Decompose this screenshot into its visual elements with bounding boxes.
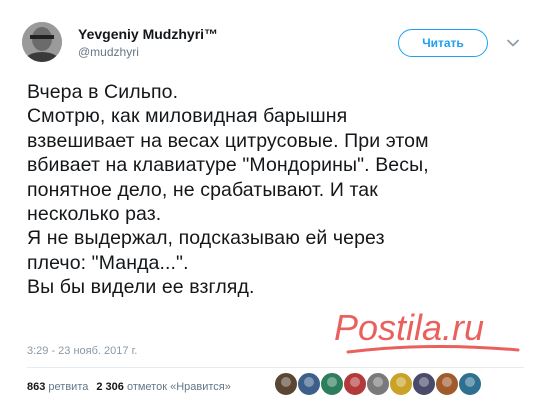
likes-label: отметок «Нравится» bbox=[126, 381, 231, 393]
liker-avatar[interactable] bbox=[458, 372, 482, 396]
tweet-line: Вы бы видели ее взгляд. bbox=[27, 276, 255, 299]
user-photo-icon bbox=[22, 22, 62, 62]
avatar[interactable] bbox=[22, 22, 62, 62]
liker-avatar[interactable] bbox=[412, 372, 436, 396]
tweet-line: Я не выдержал, подсказываю ей через bbox=[27, 227, 385, 250]
likes-stat[interactable]: 2 306 отметок «Нравится» bbox=[96, 381, 231, 393]
liker-avatar[interactable] bbox=[343, 372, 367, 396]
retweets-label: ретвита bbox=[48, 381, 89, 393]
retweets-stat[interactable]: 863 ретвита bbox=[27, 381, 88, 393]
follow-button[interactable]: Читать bbox=[398, 29, 488, 57]
liker-avatar[interactable] bbox=[274, 372, 298, 396]
tweet-line: взвешивает на весах цитрусовые. При этом bbox=[27, 129, 429, 152]
liker-avatar[interactable] bbox=[297, 372, 321, 396]
likes-count: 2 306 bbox=[96, 381, 124, 393]
divider bbox=[27, 367, 524, 368]
user-display-name[interactable]: Yevgeniy Mudzhyri™ bbox=[78, 26, 218, 42]
tweet-line: понятное дело, не срабатывают. И так bbox=[27, 178, 378, 201]
liker-avatar[interactable] bbox=[389, 372, 413, 396]
tweet-text: Вчера в Сильпо. Смотрю, как миловидная б… bbox=[27, 80, 527, 300]
liker-avatar[interactable] bbox=[320, 372, 344, 396]
liker-avatar[interactable] bbox=[366, 372, 390, 396]
tweet-line: вбивает на клавиатуре "Мондорины". Весы, bbox=[27, 154, 429, 177]
liker-avatar[interactable] bbox=[435, 372, 459, 396]
watermark-text: Postila.ru bbox=[334, 307, 484, 348]
chevron-down-icon[interactable] bbox=[506, 36, 520, 50]
user-handle[interactable]: @mudzhyri bbox=[78, 45, 139, 59]
tweet-line: Вчера в Сильпо. bbox=[27, 81, 179, 103]
tweet-timestamp[interactable]: 3:29 - 23 нояб. 2017 г. bbox=[27, 345, 137, 357]
tweet-line: Смотрю, как миловидная барышня bbox=[27, 105, 348, 128]
tweet-line: плечо: "Манда...". bbox=[27, 251, 189, 274]
tweet-stats: 863 ретвита 2 306 отметок «Нравится» bbox=[27, 381, 231, 393]
retweets-count: 863 bbox=[27, 381, 46, 393]
tweet-line: несколько раз. bbox=[27, 203, 162, 226]
